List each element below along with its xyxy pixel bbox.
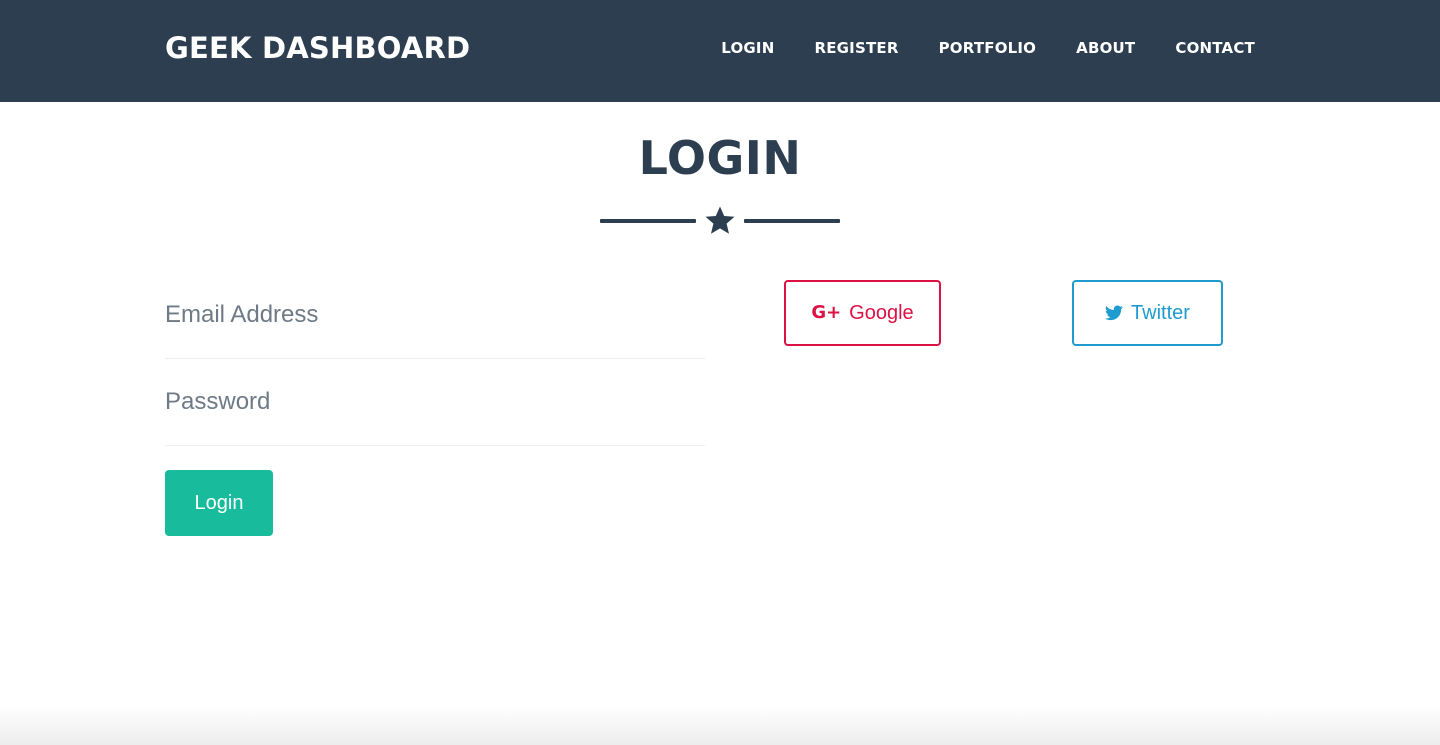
- google-login-button[interactable]: G+ Google: [784, 280, 941, 346]
- title-divider-left: [600, 219, 696, 223]
- password-field-wrapper: [165, 358, 705, 446]
- email-field-wrapper: [165, 271, 705, 359]
- title-divider-right: [744, 219, 840, 223]
- google-button-label: Google: [849, 301, 914, 324]
- login-button[interactable]: Login: [165, 470, 273, 536]
- star-icon: [705, 206, 735, 234]
- brand-logo[interactable]: GEEK DASHBOARD: [165, 30, 470, 66]
- nav-link-login[interactable]: LOGIN: [721, 38, 774, 58]
- twitter-button-label: Twitter: [1131, 301, 1190, 324]
- twitter-login-button[interactable]: Twitter: [1072, 280, 1223, 346]
- nav-link-contact[interactable]: CONTACT: [1175, 38, 1255, 58]
- nav-links: LOGIN REGISTER PORTFOLIO ABOUT CONTACT: [721, 38, 1255, 58]
- nav-link-register[interactable]: REGISTER: [814, 38, 898, 58]
- nav-link-portfolio[interactable]: PORTFOLIO: [939, 38, 1037, 58]
- nav-link-about[interactable]: ABOUT: [1076, 38, 1135, 58]
- twitter-bird-icon: [1105, 305, 1124, 321]
- navbar: GEEK DASHBOARD LOGIN REGISTER PORTFOLIO …: [0, 0, 1440, 102]
- password-field[interactable]: [165, 358, 705, 445]
- bottom-shadow: [0, 705, 1440, 745]
- page-title: LOGIN: [638, 131, 802, 185]
- google-plus-icon: G+: [811, 302, 842, 323]
- email-field[interactable]: [165, 271, 705, 358]
